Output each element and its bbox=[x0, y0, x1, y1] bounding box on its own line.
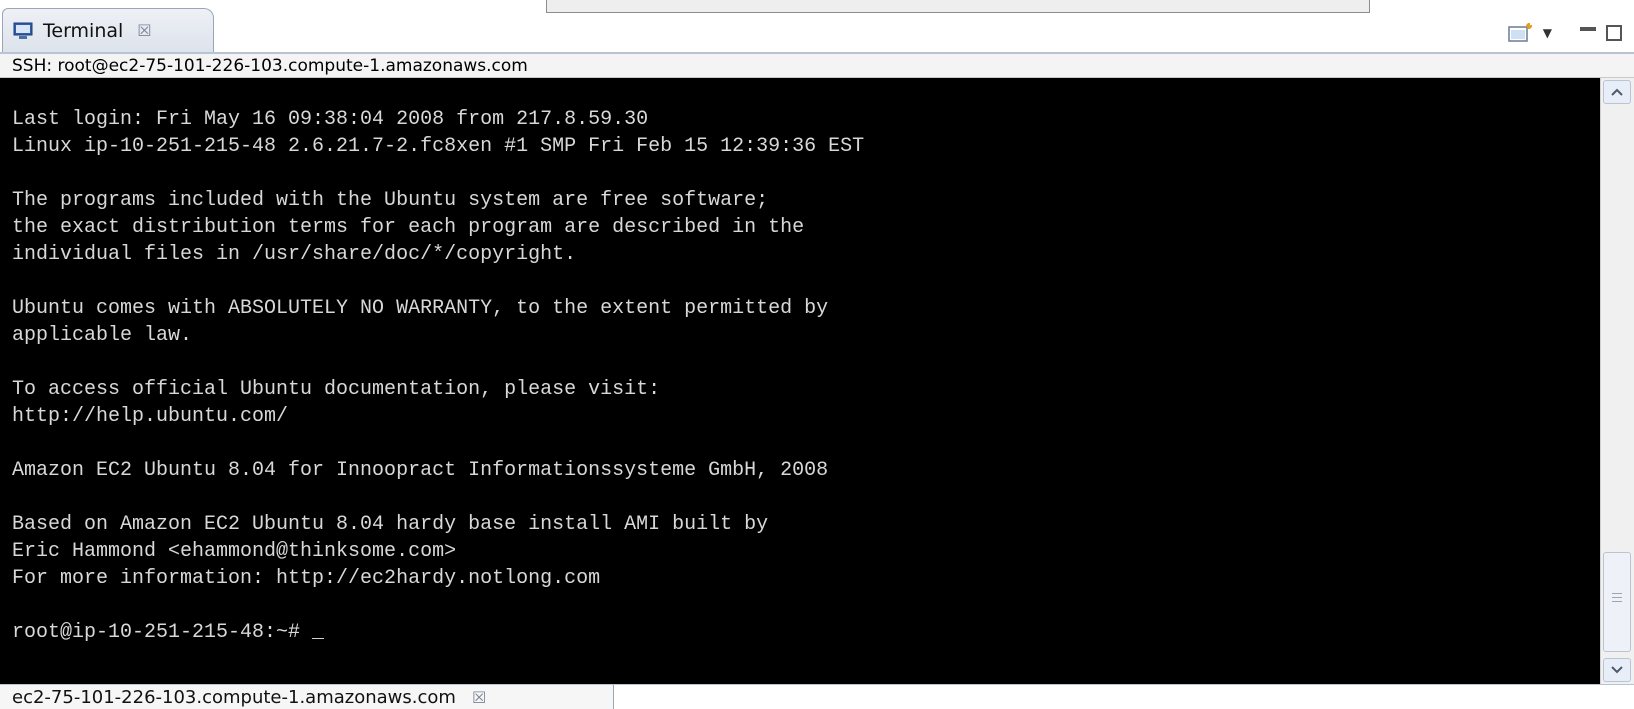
view-menu-icon[interactable]: ▼ bbox=[1543, 26, 1552, 40]
terminal-line: Amazon EC2 Ubuntu 8.04 for Innoopract In… bbox=[12, 459, 829, 482]
minimize-icon[interactable] bbox=[1580, 27, 1596, 31]
terminal-text: Last login: Fri May 16 09:38:04 2008 fro… bbox=[12, 106, 864, 646]
scroll-up-button[interactable] bbox=[1603, 80, 1631, 104]
terminal-line: the exact distribution terms for each pr… bbox=[12, 216, 805, 239]
vertical-scrollbar[interactable] bbox=[1600, 78, 1634, 684]
terminal-line: individual files in /usr/share/doc/*/cop… bbox=[12, 243, 577, 266]
terminal-line: To access official Ubuntu documentation,… bbox=[12, 378, 661, 401]
terminal-line: Ubuntu comes with ABSOLUTELY NO WARRANTY… bbox=[12, 297, 829, 320]
tab-connection[interactable]: ec2-75-101-226-103.compute-1.amazonaws.c… bbox=[0, 685, 614, 709]
terminal-line: Last login: Fri May 16 09:38:04 2008 fro… bbox=[12, 108, 649, 131]
terminal-line: http://help.ubuntu.com/ bbox=[12, 405, 289, 428]
terminal-prompt-line: root@ip-10-251-215-48:~# _ bbox=[12, 621, 325, 644]
terminal-line: Linux ip-10-251-215-48 2.6.21.7-2.fc8xen… bbox=[12, 135, 865, 158]
maximize-icon[interactable] bbox=[1606, 25, 1622, 41]
terminal-line: Based on Amazon EC2 Ubuntu 8.04 hardy ba… bbox=[12, 513, 769, 536]
new-terminal-connection-icon[interactable] bbox=[1507, 22, 1533, 44]
view-tab-bar: Terminal ☒ ▼ bbox=[0, 0, 1634, 54]
terminal-line: applicable law. bbox=[12, 324, 193, 347]
terminal-line: The programs included with the Ubuntu sy… bbox=[12, 189, 769, 212]
chevron-up-icon bbox=[1611, 88, 1623, 96]
tab-terminal[interactable]: Terminal ☒ bbox=[2, 8, 214, 52]
overlapping-dialog-edge bbox=[546, 0, 1370, 13]
terminal-output[interactable]: Last login: Fri May 16 09:38:04 2008 fro… bbox=[0, 78, 1600, 684]
tab-connection-label: ec2-75-101-226-103.compute-1.amazonaws.c… bbox=[12, 686, 456, 708]
scroll-down-button[interactable] bbox=[1603, 658, 1631, 682]
connection-title-bar: SSH: root@ec2-75-101-226-103.compute-1.a… bbox=[0, 54, 1634, 78]
connection-title: SSH: root@ec2-75-101-226-103.compute-1.a… bbox=[12, 56, 528, 76]
close-icon[interactable]: ☒ bbox=[472, 688, 486, 707]
tab-terminal-label: Terminal bbox=[43, 19, 124, 42]
chevron-down-icon bbox=[1611, 666, 1623, 674]
terminal-icon bbox=[13, 22, 33, 39]
terminal-line: Eric Hammond <ehammond@thinksome.com> bbox=[12, 540, 457, 563]
close-icon[interactable]: ☒ bbox=[137, 21, 151, 40]
view-toolbar: ▼ bbox=[1507, 22, 1622, 44]
scrollbar-thumb[interactable] bbox=[1603, 552, 1631, 652]
terminal-line: For more information: http://ec2hardy.no… bbox=[12, 567, 601, 590]
grip-icon bbox=[1612, 593, 1622, 605]
connection-tab-bar: ec2-75-101-226-103.compute-1.amazonaws.c… bbox=[0, 684, 1634, 709]
